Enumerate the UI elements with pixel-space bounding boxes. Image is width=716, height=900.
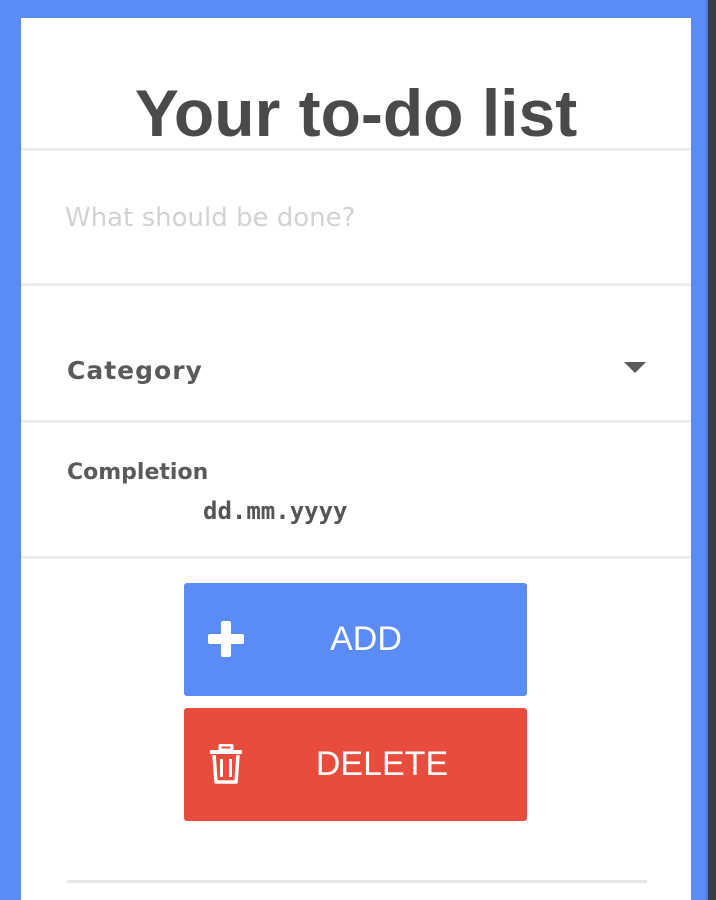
todo-card: Your to-do list Category Completion ADD <box>21 18 691 900</box>
delete-button-label: DELETE <box>315 745 449 783</box>
completion-date-input[interactable] <box>203 492 503 530</box>
trash-icon <box>210 744 242 784</box>
chevron-down-icon <box>624 362 646 373</box>
divider <box>21 556 691 559</box>
page-title: Your to-do list <box>134 76 578 150</box>
divider <box>21 283 691 286</box>
task-input[interactable] <box>65 196 665 240</box>
add-button-label: ADD <box>330 620 402 658</box>
completion-label: Completion <box>67 460 209 485</box>
divider <box>21 148 691 151</box>
add-button[interactable]: ADD <box>184 583 527 696</box>
delete-button[interactable]: DELETE <box>184 708 527 821</box>
app-frame: Your to-do list Category Completion ADD <box>0 0 716 900</box>
plus-icon <box>208 621 244 657</box>
divider <box>67 880 647 883</box>
category-label: Category <box>67 356 203 385</box>
divider <box>21 420 691 423</box>
window-edge <box>708 0 716 900</box>
category-select[interactable]: Category <box>21 308 691 438</box>
